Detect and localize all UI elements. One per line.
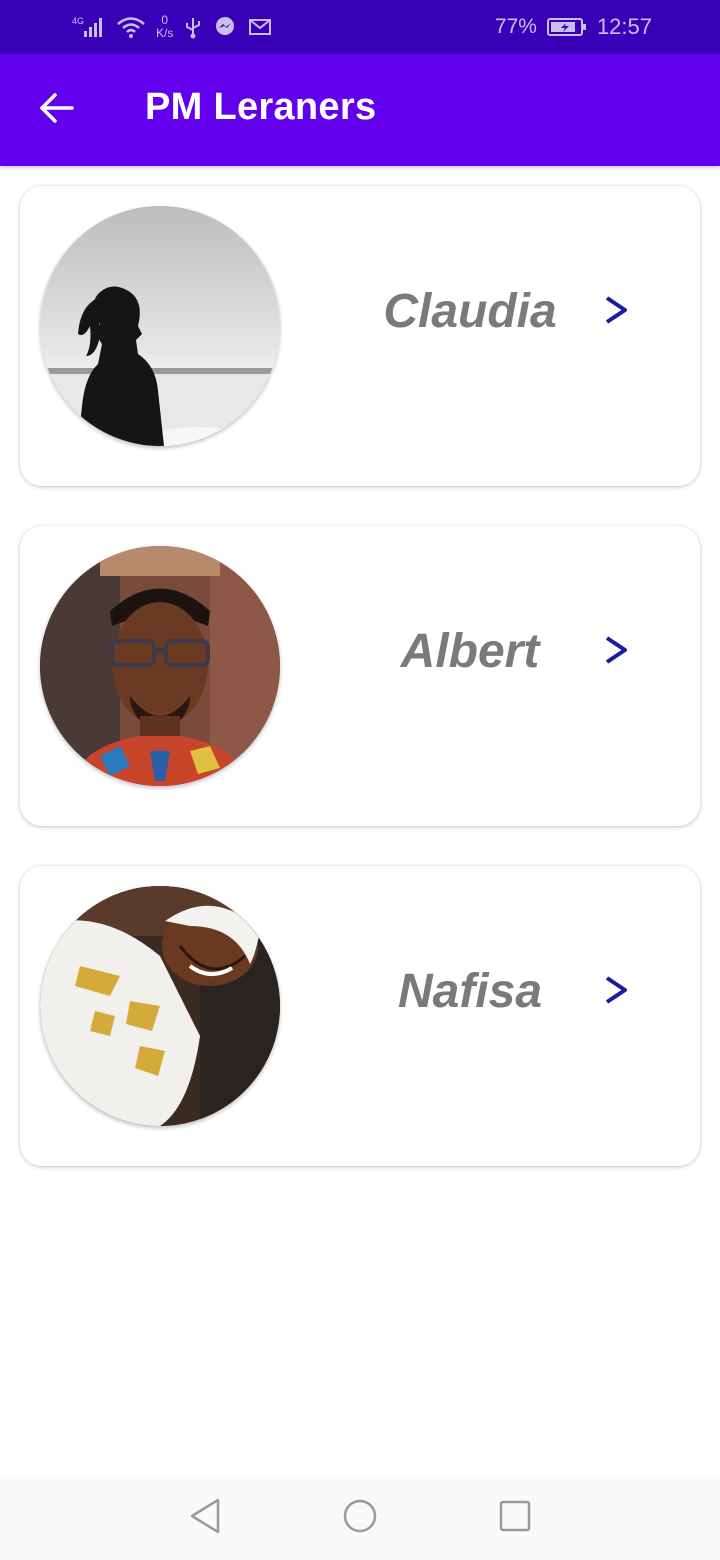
svg-text:4G: 4G: [72, 16, 84, 26]
back-button[interactable]: [30, 80, 82, 140]
home-circle-icon: [342, 1498, 378, 1539]
gmail-icon: [247, 15, 273, 39]
wifi-icon: [116, 15, 146, 39]
avatar-claudia: [40, 206, 280, 446]
battery-icon: [546, 16, 587, 38]
nav-recents-button[interactable]: [495, 1498, 535, 1538]
chevron-right-icon[interactable]: [600, 630, 632, 670]
learner-list: Claudia Albert Nafisa: [20, 186, 700, 1206]
learner-card-nafisa[interactable]: Nafisa: [20, 866, 700, 1166]
signal-icon: 4G: [72, 15, 106, 39]
learner-name: Albert: [400, 625, 540, 678]
clock: 12:57: [596, 14, 652, 39]
chevron-right-icon[interactable]: [600, 970, 632, 1010]
battery-percent: 77%: [494, 15, 537, 38]
learner-card-albert[interactable]: Albert: [20, 526, 700, 826]
status-bar: 4G 0 K/s 77% 12:57: [0, 0, 720, 54]
page-title: PM Leraners: [145, 86, 377, 128]
messenger-icon: [213, 15, 237, 39]
nav-home-button[interactable]: [340, 1498, 380, 1538]
avatar-nafisa: [40, 886, 280, 1126]
system-nav-bar: [0, 1476, 720, 1560]
nav-back-button[interactable]: [185, 1498, 225, 1538]
status-right: 77% 12:57: [495, 14, 652, 40]
usb-icon: [183, 15, 203, 39]
learner-name: Nafisa: [397, 965, 543, 1018]
network-speed: 0 K/s: [156, 14, 173, 40]
recents-square-icon: [498, 1499, 532, 1538]
back-triangle-icon: [188, 1497, 222, 1540]
speed-unit: K/s: [156, 26, 174, 40]
app-bar: PM Leraners: [0, 54, 720, 166]
learner-card-claudia[interactable]: Claudia: [20, 186, 700, 486]
arrow-left-icon: [38, 92, 74, 129]
avatar-albert: [40, 546, 280, 786]
learner-name: Claudia: [383, 285, 557, 338]
chevron-right-icon[interactable]: [600, 290, 632, 330]
status-left: 4G 0 K/s: [72, 14, 273, 40]
